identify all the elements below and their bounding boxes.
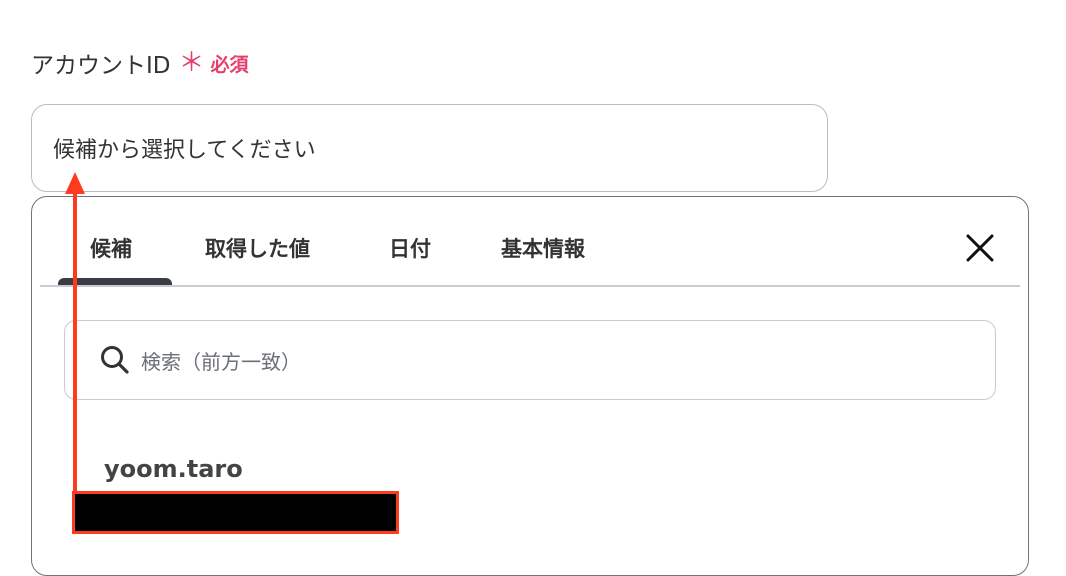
required-asterisk: ＊: [178, 48, 205, 78]
search-placeholder: 検索（前方一致）: [141, 349, 301, 374]
tab-date[interactable]: 日付: [389, 233, 431, 263]
account-id-label: アカウントID ＊ 必須: [31, 46, 249, 80]
account-id-select-placeholder: 候補から選択してください: [53, 138, 316, 163]
tab-acquired-values[interactable]: 取得した値: [205, 233, 310, 263]
close-button[interactable]: [962, 230, 998, 266]
search-icon: [101, 346, 129, 374]
dropdown-tabs: 候補 取得した値 日付 基本情報: [32, 197, 1028, 289]
active-tab-indicator: [58, 278, 172, 285]
required-badge: 必須: [210, 53, 249, 76]
search-input[interactable]: 検索（前方一致）: [64, 320, 996, 400]
tab-candidates[interactable]: 候補: [90, 233, 132, 263]
close-icon: [966, 234, 994, 262]
account-id-select[interactable]: 候補から選択してください: [31, 104, 828, 192]
redacted-account-id: [72, 491, 399, 534]
list-item[interactable]: yoom.taro: [104, 455, 243, 483]
tab-divider: [40, 285, 1020, 287]
account-id-label-text: アカウントID: [31, 53, 171, 79]
tab-basic-info[interactable]: 基本情報: [501, 233, 585, 263]
